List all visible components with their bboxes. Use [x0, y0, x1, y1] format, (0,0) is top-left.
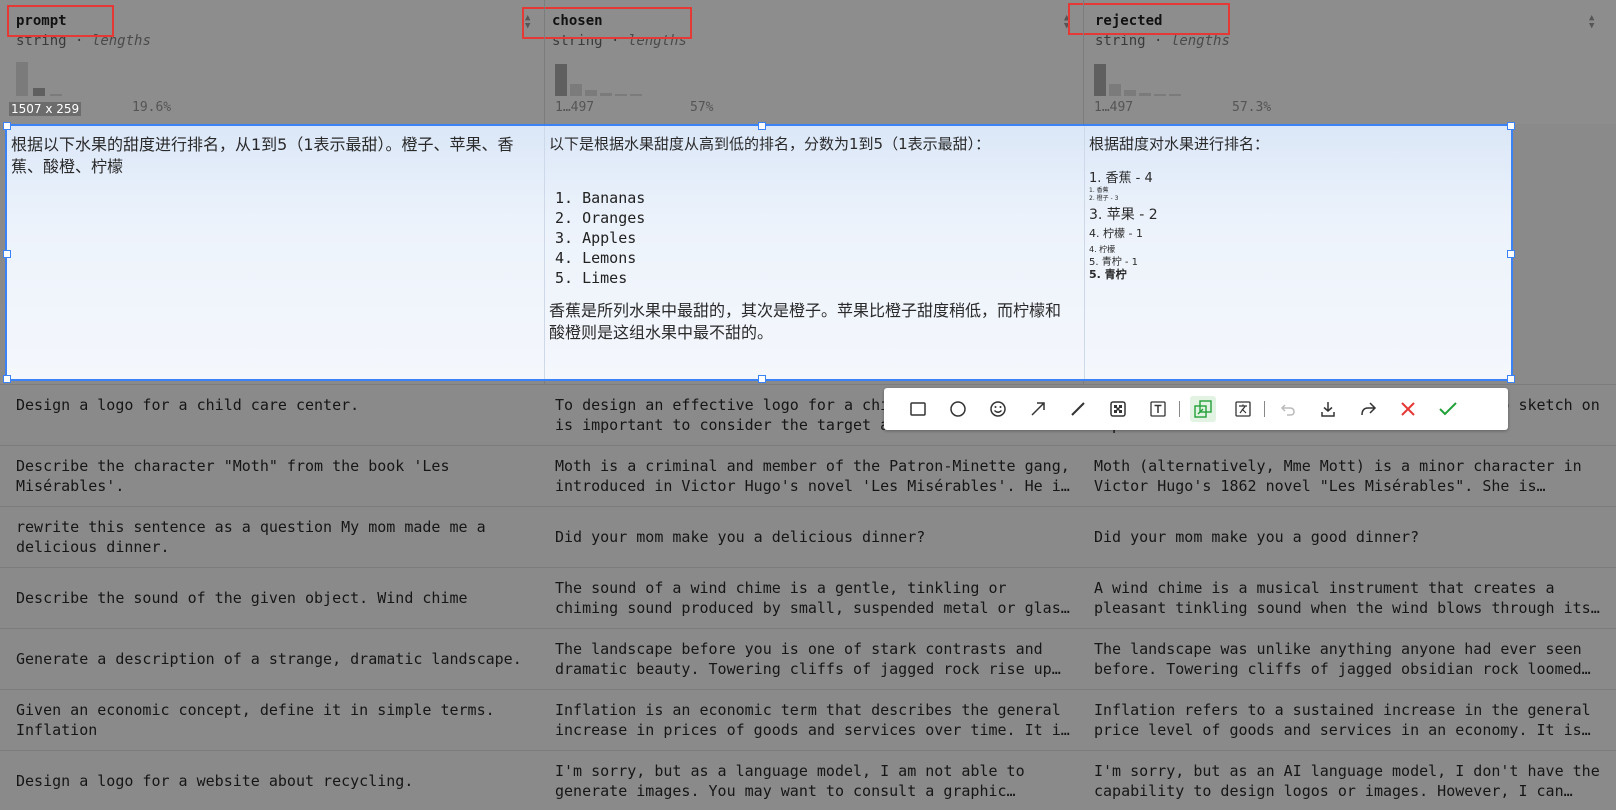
pin-icon[interactable] — [1190, 396, 1216, 422]
rejected-line: 4. 柠檬 - 1 — [1089, 227, 1143, 240]
ellipse-icon[interactable] — [945, 396, 971, 422]
resize-handle[interactable] — [3, 122, 11, 130]
cell-rejected: I'm sorry, but as an AI language model, … — [1094, 762, 1600, 800]
chosen-list-item: 3. Apples — [555, 229, 637, 247]
cell-prompt: Design a logo for a website about recycl… — [16, 772, 414, 790]
toolbar-separator — [1179, 401, 1180, 417]
line-icon[interactable] — [1065, 396, 1091, 422]
column-type-detail: lengths — [1170, 33, 1230, 49]
cell-prompt: Describe the character "Moth" from the b… — [16, 457, 450, 495]
rejected-line: 4. 柠檬 — [1089, 245, 1116, 254]
cell-rejected: Did your mom make you a good dinner? — [1094, 528, 1420, 546]
histogram-percentage: 19.6% — [132, 100, 172, 115]
cell-prompt: Generate a description of a strange, dra… — [16, 650, 522, 668]
cell-prompt: Describe the sound of the given object. … — [16, 589, 468, 607]
resize-handle[interactable] — [3, 375, 11, 383]
length-histogram[interactable] — [555, 60, 725, 96]
chosen-list-item: 4. Lemons — [555, 249, 637, 267]
emoji-icon[interactable] — [985, 396, 1011, 422]
cell-rejected: A wind chime is a musical instrument tha… — [1094, 579, 1600, 617]
resize-handle[interactable] — [1507, 122, 1515, 130]
resize-handle[interactable] — [758, 375, 766, 383]
rejected-line: 5. 青柠 — [1089, 268, 1127, 281]
resize-handle[interactable] — [758, 122, 766, 130]
table-row[interactable]: Generate a description of a strange, dra… — [0, 628, 1616, 690]
cell-chosen: I'm sorry, but as a language model, I am… — [555, 762, 1025, 800]
cell-rejected: Moth (alternatively, Mme Mott) is a mino… — [1094, 457, 1582, 495]
selected-prompt-cell: 根据以下水果的甜度进行排名，从1到5（1表示最甜）。橙子、苹果、香蕉、酸橙、柠檬 — [11, 135, 514, 176]
sort-icon[interactable]: ▲ ▼ — [1589, 14, 1599, 31]
rejected-intro: 根据甜度对水果进行排名： — [1089, 135, 1270, 153]
chosen-list-item: 5. Limes — [555, 269, 628, 287]
cell-prompt: Design a logo for a child care center. — [16, 396, 360, 414]
histogram-range: 1…497 — [1094, 100, 1134, 115]
cell-chosen: The sound of a wind chime is a gentle, t… — [555, 579, 1070, 617]
annotation-box-prompt — [7, 5, 114, 37]
toolbar-separator — [1264, 401, 1265, 417]
confirm-icon[interactable] — [1435, 396, 1461, 422]
rejected-line: 5. 青柠 - 1 — [1089, 257, 1139, 268]
rejected-line: 1. 香蕉 - 4 — [1089, 171, 1153, 186]
annotation-box-chosen — [522, 7, 692, 39]
cell-rejected: Inflation refers to a sustained increase… — [1094, 701, 1591, 739]
table-row[interactable]: rewrite this sentence as a question My m… — [0, 506, 1616, 568]
rejected-line: 1. 香蕉 — [1089, 187, 1109, 194]
type-separator: · — [1154, 33, 1163, 49]
table-row[interactable]: Describe the character "Moth" from the b… — [0, 445, 1616, 507]
arrow-icon[interactable] — [1025, 396, 1051, 422]
histogram-percentage: 57.3% — [1232, 100, 1272, 115]
chosen-list-item: 1. Bananas — [555, 189, 646, 207]
rejected-line: 2. 橙子 - 3 — [1089, 195, 1119, 202]
chosen-intro: 以下是根据水果甜度从高到低的排名，分数为1到5（1表示最甜）： — [549, 135, 991, 153]
length-histogram[interactable] — [16, 60, 176, 96]
resize-handle[interactable] — [3, 250, 11, 258]
cell-rejected: The landscape was unlike anything anyone… — [1094, 640, 1591, 678]
cell-prompt: rewrite this sentence as a question My m… — [16, 518, 486, 556]
resize-handle[interactable] — [1507, 375, 1515, 383]
annotation-box-rejected — [1068, 3, 1230, 35]
undo-icon[interactable] — [1275, 396, 1301, 422]
rejected-line: 3. 苹果 - 2 — [1089, 207, 1158, 223]
page: { "columns": [ {"name": "prompt", "type"… — [0, 0, 1616, 810]
histogram-range: 1…497 — [555, 100, 595, 115]
histogram-percentage: 57% — [690, 100, 714, 115]
table-row[interactable]: Design a logo for a website about recycl… — [0, 750, 1616, 810]
table-row[interactable]: Given an economic concept, define it in … — [0, 689, 1616, 751]
cell-chosen: Did your mom make you a delicious dinner… — [555, 528, 926, 546]
share-icon[interactable] — [1355, 396, 1381, 422]
cell-chosen: Moth is a criminal and member of the Pat… — [555, 457, 1070, 495]
rectangle-icon[interactable] — [905, 396, 931, 422]
screenshot-selection[interactable]: 根据以下水果的甜度进行排名，从1到5（1表示最甜）。橙子、苹果、香蕉、酸橙、柠檬… — [3, 122, 1515, 383]
table-row[interactable]: Describe the sound of the given object. … — [0, 567, 1616, 629]
cell-prompt: Given an economic concept, define it in … — [16, 701, 495, 739]
text-icon[interactable] — [1145, 396, 1171, 422]
translate-icon[interactable] — [1230, 396, 1256, 422]
length-histogram[interactable] — [1094, 60, 1264, 96]
column-type: string · lengths — [1095, 33, 1230, 49]
selected-rejected-cell: 根据甜度对水果进行排名： 1. 香蕉 - 4 1. 香蕉 2. 橙子 - 3 3… — [1089, 134, 1509, 387]
download-icon[interactable] — [1315, 396, 1341, 422]
selection-dimensions: 1507 x 259 — [9, 102, 82, 116]
cell-chosen: Inflation is an economic term that descr… — [555, 701, 1070, 739]
table-header: prompt string · lengths ▲ ▼ 19.6% chosen … — [0, 0, 1616, 124]
chosen-outro: 香蕉是所列水果中最甜的，其次是橙子。苹果比橙子甜度稍低，而柠檬和酸橙则是这组水果… — [549, 301, 1062, 342]
column-divider — [544, 126, 545, 379]
annotation-toolbar — [884, 388, 1508, 430]
column-type-name: string — [1095, 33, 1146, 49]
close-icon[interactable] — [1395, 396, 1421, 422]
resize-handle[interactable] — [1507, 250, 1515, 258]
chosen-list-item: 2. Oranges — [555, 209, 646, 227]
selected-chosen-cell: 以下是根据水果甜度从高到低的排名，分数为1到5（1表示最甜）： 1. Banan… — [549, 134, 1079, 387]
column-divider — [1084, 126, 1085, 379]
chosen-list: 1. Bananas 2. Oranges 3. Apples 4. Lemon… — [555, 188, 1079, 288]
mosaic-icon[interactable] — [1105, 396, 1131, 422]
cell-chosen: The landscape before you is one of stark… — [555, 640, 1061, 678]
